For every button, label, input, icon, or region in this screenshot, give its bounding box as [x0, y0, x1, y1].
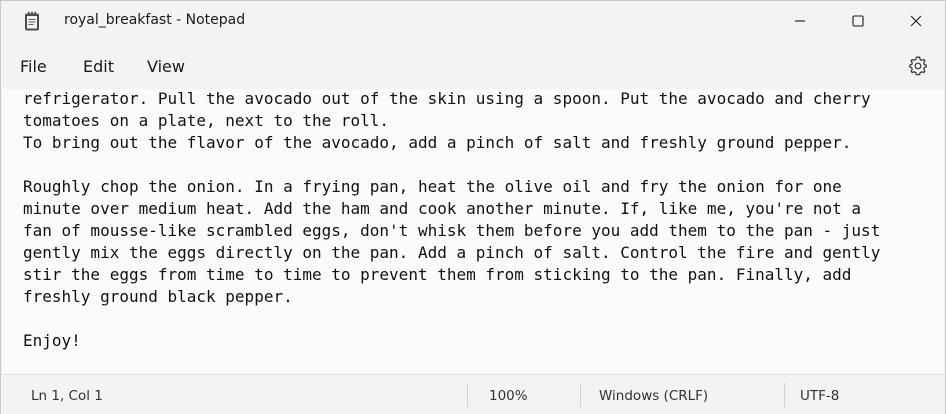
menu-view[interactable]: View [147, 57, 185, 76]
menu-edit[interactable]: Edit [83, 57, 114, 76]
close-button[interactable] [887, 1, 945, 41]
text-line[interactable]: fan of mousse-like scrambled eggs, don't… [23, 220, 935, 242]
encoding[interactable]: UTF-8 [800, 388, 839, 404]
text-editor[interactable]: refrigerator. Pull the avocado out of th… [2, 89, 944, 373]
status-divider [580, 383, 581, 407]
text-line[interactable]: Enjoy! [23, 330, 935, 352]
settings-button[interactable] [903, 51, 933, 81]
text-line[interactable] [23, 308, 935, 330]
notepad-icon [24, 11, 40, 31]
maximize-button[interactable] [829, 1, 887, 41]
editor-content[interactable]: refrigerator. Pull the avocado out of th… [23, 89, 935, 352]
status-divider [467, 383, 468, 407]
title-bar[interactable]: royal_breakfast - Notepad [1, 1, 945, 41]
text-line[interactable]: minute over medium heat. Add the ham and… [23, 198, 935, 220]
status-divider [784, 383, 785, 407]
text-line[interactable]: To bring out the flavor of the avocado, … [23, 132, 935, 154]
gear-icon [909, 56, 927, 76]
status-bar: Ln 1, Col 1 100% Windows (CRLF) UTF-8 [1, 374, 945, 414]
minimize-icon [795, 20, 805, 22]
line-ending[interactable]: Windows (CRLF) [599, 388, 708, 404]
maximize-icon [852, 15, 864, 27]
text-line[interactable] [23, 154, 935, 176]
close-icon [910, 15, 922, 27]
text-line[interactable]: refrigerator. Pull the avocado out of th… [23, 89, 935, 110]
menu-file[interactable]: File [20, 57, 47, 76]
text-line[interactable]: tomatoes on a plate, next to the roll. [23, 110, 935, 132]
cursor-position[interactable]: Ln 1, Col 1 [31, 388, 103, 404]
text-line[interactable]: gently mix the eggs directly on the pan.… [23, 242, 935, 264]
minimize-button[interactable] [771, 1, 829, 41]
window-title: royal_breakfast - Notepad [64, 12, 246, 28]
zoom-level[interactable]: 100% [489, 388, 528, 404]
text-line[interactable]: stir the eggs from time to time to preve… [23, 264, 935, 286]
notepad-window: royal_breakfast - Notepad File Edit View [0, 0, 946, 414]
text-line[interactable]: freshly ground black pepper. [23, 286, 935, 308]
menu-bar: File Edit View [1, 45, 945, 89]
text-line[interactable]: Roughly chop the onion. In a frying pan,… [23, 176, 935, 198]
